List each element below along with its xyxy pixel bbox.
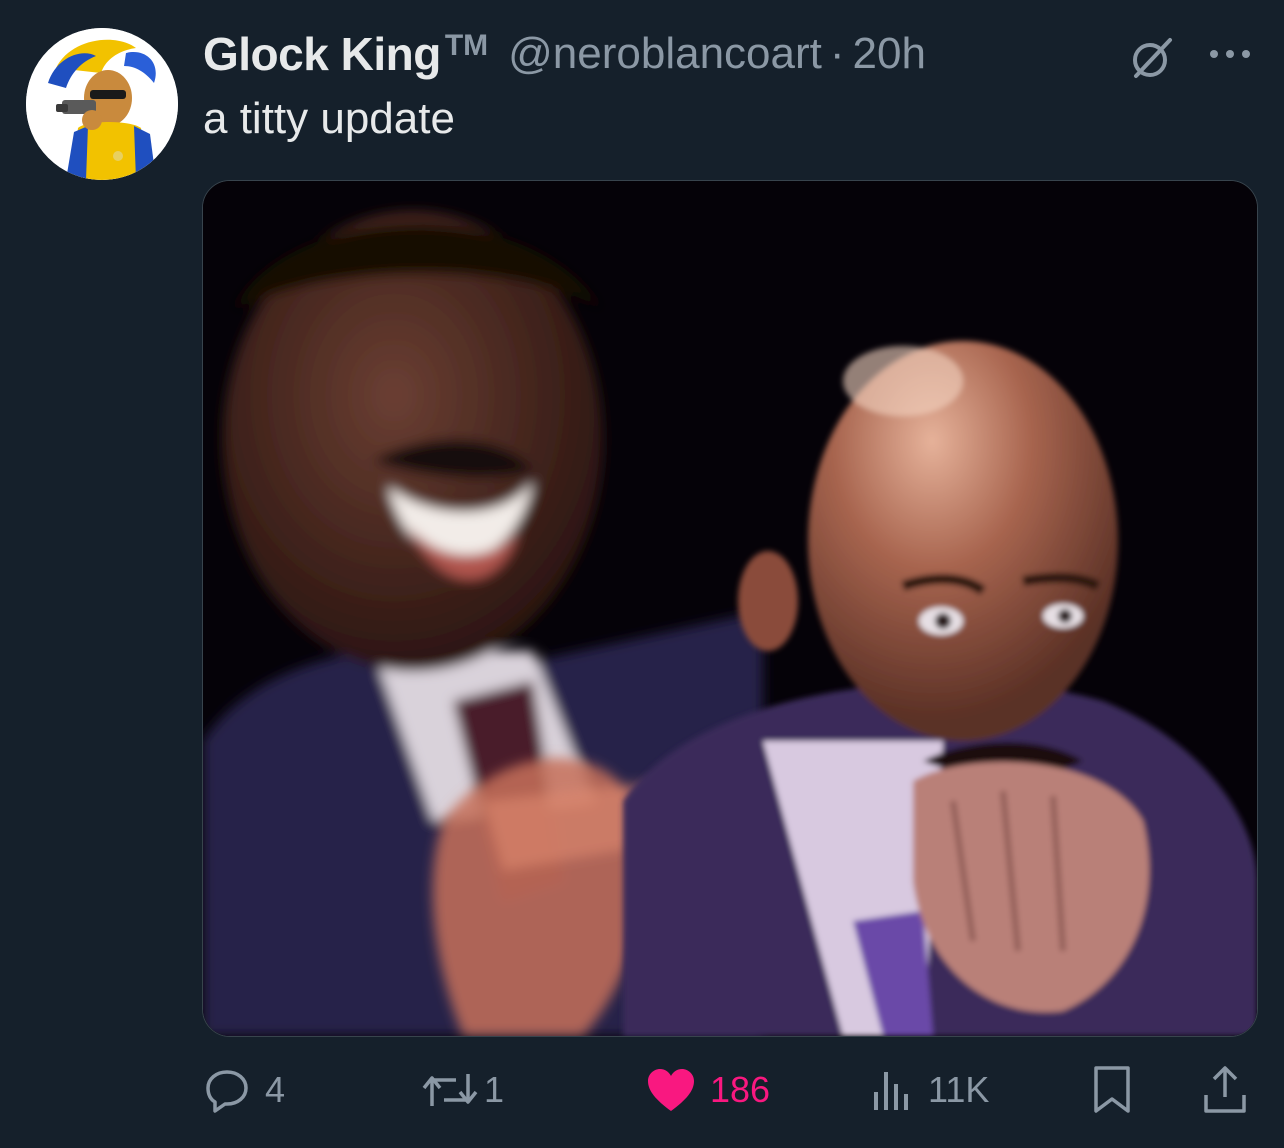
media-photo — [203, 181, 1257, 1036]
share-button[interactable] — [1202, 1060, 1248, 1120]
avatar-illustration — [26, 28, 178, 180]
separator-dot: · — [829, 29, 845, 78]
reply-icon — [206, 1070, 248, 1113]
more-icon[interactable] — [1206, 40, 1254, 68]
views-button[interactable]: 11K — [872, 1060, 989, 1120]
reply-count: 4 — [265, 1069, 286, 1110]
author-display-name[interactable]: Glock King — [203, 27, 441, 81]
repost-icon — [422, 1074, 478, 1106]
views-icon — [874, 1072, 908, 1110]
tweet-timestamp[interactable]: 20h — [853, 29, 926, 79]
like-count: 186 — [710, 1069, 771, 1110]
repost-button[interactable]: 1 — [422, 1060, 504, 1120]
reply-button[interactable]: 4 — [203, 1060, 285, 1120]
like-button[interactable]: 186 — [646, 1060, 770, 1120]
heart-icon — [648, 1069, 694, 1111]
grok-icon[interactable] — [1128, 34, 1176, 82]
tweet-text: a titty update — [203, 94, 455, 143]
tweet-action-bar: 4 1 186 11K — [0, 1060, 1284, 1120]
tweet-header: Glock King TM @neroblancoart · 20h — [203, 28, 926, 80]
bookmark-button[interactable] — [1092, 1060, 1132, 1120]
bookmark-icon — [1094, 1066, 1130, 1113]
view-count: 11K — [928, 1069, 990, 1110]
share-icon — [1204, 1066, 1246, 1113]
tweet-media-image[interactable] — [202, 180, 1258, 1037]
repost-count: 1 — [484, 1069, 505, 1110]
author-handle[interactable]: @neroblancoart — [508, 29, 822, 79]
author-avatar[interactable] — [26, 28, 178, 180]
author-badge: TM — [444, 29, 489, 62]
